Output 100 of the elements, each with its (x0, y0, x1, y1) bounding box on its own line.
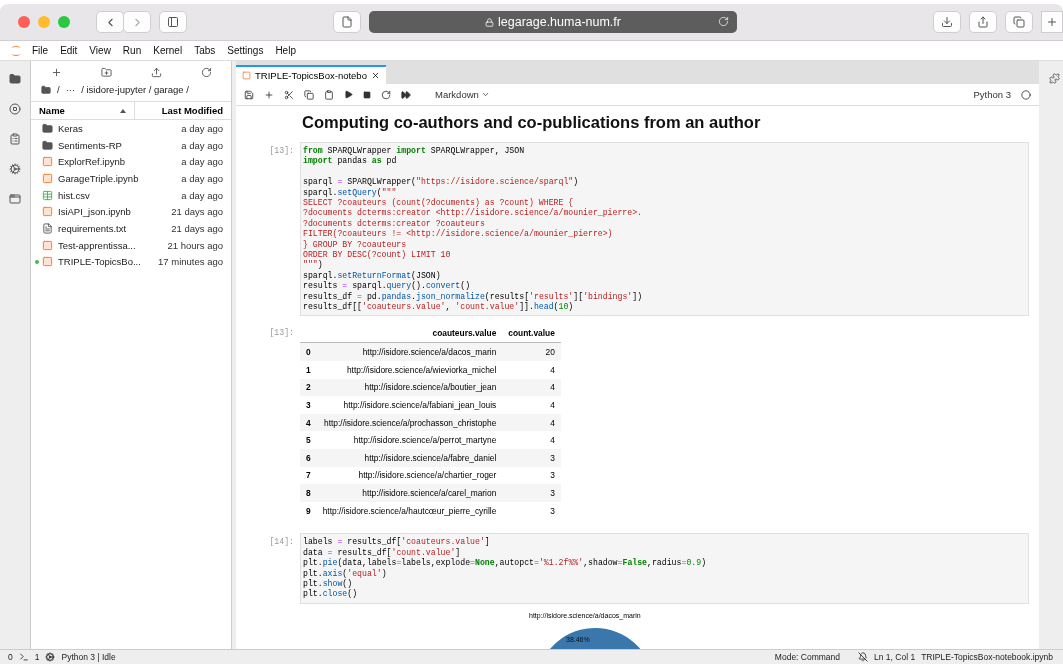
table-cell: http://isidore.science/a/wieviorka_michel (316, 361, 503, 379)
code-line: ?documents dcterms:creator ?coauteurs (303, 218, 486, 229)
file-list-row[interactable]: IsiAPI_json.ipynb 21 days ago (31, 203, 231, 221)
sidebar-button[interactable] (159, 11, 187, 33)
close-icon[interactable] (370, 71, 380, 80)
save-icon[interactable] (244, 89, 254, 100)
stop-circle-icon[interactable] (9, 103, 21, 115)
reload-icon[interactable] (718, 16, 729, 27)
column-header: coauteurs.value (316, 325, 503, 343)
code-line: sparql.setReturnFormat(JSON) (303, 270, 442, 281)
terminal-count: 0 (8, 652, 13, 662)
breadcrumb-item[interactable]: / isidore-jupyter / garage / (81, 84, 189, 95)
code-line: plt.close() (303, 589, 359, 600)
code-line: sparql = SPARQLWrapper("https://isidore.science/sparql") (303, 177, 580, 188)
plus-icon[interactable] (264, 89, 274, 100)
menu-item[interactable]: Edit (54, 45, 84, 56)
notebook-icon (42, 239, 53, 251)
share-icon (977, 16, 989, 28)
scissors-icon[interactable] (284, 89, 294, 100)
row-index: 0 (300, 343, 317, 362)
table-cell: 3 (502, 466, 561, 485)
file-list-row[interactable]: hist.csv a day ago (31, 186, 231, 204)
code-line: ORDER BY DESC(?count) LIMIT 10 (303, 250, 452, 260)
sort-arrow-icon (120, 108, 127, 113)
gear-icon[interactable] (9, 163, 21, 175)
refresh-icon[interactable] (200, 67, 212, 78)
menu-item[interactable]: Settings (221, 45, 270, 56)
file-list-row[interactable]: requirements.txt 21 days ago (31, 220, 231, 237)
breadcrumb-item[interactable]: / (57, 84, 60, 95)
stop-icon[interactable] (363, 90, 371, 99)
puzzle-icon[interactable] (1048, 73, 1060, 84)
run-icon[interactable] (344, 90, 353, 99)
menu-item[interactable]: File (26, 45, 55, 56)
code-line: results_df = pd.pandas.json_normalize(results['results']['bindings']) (303, 291, 644, 302)
code-line: sparql.setQuery(""" (303, 187, 398, 198)
menu-item[interactable]: Help (269, 45, 302, 56)
plus-icon[interactable] (50, 67, 62, 78)
jupyter-logo-icon (10, 43, 22, 58)
window-icon[interactable] (9, 193, 21, 205)
kernel-status-icon (1021, 89, 1031, 100)
menu-item[interactable]: Kernel (147, 45, 189, 56)
upload-icon[interactable] (150, 67, 162, 78)
cell-type-dropdown[interactable]: Markdown (435, 89, 490, 100)
folder-icon[interactable] (9, 73, 21, 85)
table-cell: 20 (502, 343, 561, 362)
file-list-row[interactable]: Test-apprentissa... 21 hours ago (31, 236, 231, 254)
back-button[interactable] (96, 11, 124, 33)
row-index: 6 (300, 449, 317, 467)
kernel-name[interactable]: Python 3 (973, 89, 1011, 100)
file-list-row[interactable]: Sentiments-RP a day ago (31, 136, 231, 154)
table-cell: http://isidore.science/a/fabiani_jean_louis (316, 396, 503, 414)
column-header[interactable]: Last Modified (135, 102, 231, 119)
code-line: plt.pie(data,labels=labels,explode=None,autopct='%1.2f%%',shadow=False,radius=0.9) (303, 558, 708, 569)
code-line: from SPARQLWrapper import SPARQLWrapper, JSON (303, 146, 526, 156)
folder-icon (42, 122, 53, 134)
lock-icon (485, 17, 494, 27)
new-folder-icon[interactable] (100, 67, 112, 78)
breadcrumb-item[interactable]: ··· (65, 84, 76, 95)
bell-off-icon[interactable] (858, 652, 869, 662)
file-list-row[interactable]: Keras a day ago (31, 120, 231, 137)
table-icon (42, 189, 53, 201)
row-index: 3 (300, 396, 317, 414)
file-list-row[interactable]: ExplorRef.ipynb a day ago (31, 153, 231, 171)
download-button[interactable] (933, 11, 961, 33)
code-cell[interactable] (300, 142, 1029, 317)
code-line: results = sparql.query().convert() (303, 281, 472, 292)
menu-item[interactable]: View (83, 45, 117, 56)
menu-item[interactable]: Tabs (188, 45, 222, 56)
row-index: 1 (300, 361, 317, 379)
cursor-position: Ln 1, Col 1 (874, 652, 916, 662)
row-index: 4 (300, 413, 317, 432)
code-line: """) (303, 260, 324, 271)
address-bar[interactable]: legarage.huma-num.fr (369, 11, 737, 33)
plus-icon (1046, 16, 1058, 28)
code-line: FILTER(?coauteurs != <http://isidore.science/a/mounier_pierre>) (303, 229, 614, 240)
copy-icon[interactable] (304, 89, 314, 100)
table-cell: http://isidore.science/a/dacos_marin (316, 343, 503, 362)
column-header[interactable]: Name (31, 102, 136, 119)
table-cell: http://isidore.science/a/carel_marion (316, 484, 503, 502)
notebook-tab[interactable]: TRIPLE-TopicsBox-notebo (236, 65, 386, 84)
menu-item[interactable]: Run (116, 45, 148, 56)
tabs-icon (1013, 16, 1025, 28)
table-cell: 4 (502, 378, 561, 397)
restart-icon[interactable] (381, 89, 391, 100)
download-icon (941, 16, 953, 28)
table-cell: 4 (502, 396, 561, 414)
notebook-icon (42, 206, 53, 218)
file-list-row[interactable]: GarageTriple.ipynb a day ago (31, 170, 231, 187)
file-list-row[interactable]: TRIPLE-TopicsBo... 17 minutes ago (31, 253, 231, 271)
cell-prompt: [13]: (268, 327, 295, 340)
code-cell[interactable]: labels = results_df['coauteurs.value'] data = results_df['count.value'] plt.pie(data,labels=labels,explode=None,autopct='%1.2f%%',shadow=False,radius=0.9) plt.axis('equal') plt.show() plt.close() (300, 533, 1029, 604)
fast-forward-icon[interactable] (401, 89, 411, 100)
row-index: 9 (300, 501, 317, 520)
code-line: results_df[['coauteurs.value', 'count.value']].head(10) (303, 302, 575, 313)
kernel-status[interactable]: Python 3 | Idle (61, 652, 116, 662)
clipboard-icon[interactable] (9, 133, 21, 145)
row-index: 5 (300, 431, 317, 450)
cell-prompt: [14]: (268, 536, 295, 549)
code-line: plt.show() (303, 579, 354, 589)
paste-icon[interactable] (324, 89, 334, 100)
